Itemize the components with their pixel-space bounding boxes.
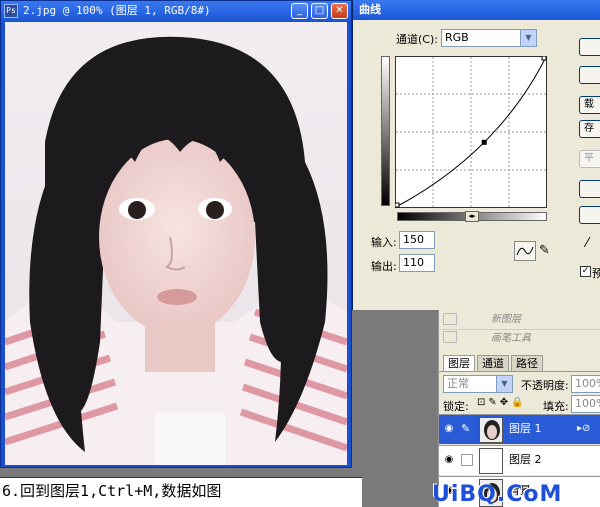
portrait-photo	[5, 22, 347, 465]
output-gradient-bar	[381, 56, 390, 206]
history-item[interactable]: 新图层	[439, 311, 600, 329]
channel-select[interactable]: RGB ▼	[441, 29, 537, 47]
history-item[interactable]: 画笔工具	[439, 329, 600, 347]
tutorial-caption: 6.回到图层1,Ctrl+M,数据如图	[0, 477, 362, 507]
load-button[interactable]: 载	[579, 96, 600, 114]
output-field[interactable]: 110	[399, 254, 435, 272]
layer-thumbnail	[479, 417, 503, 443]
eye-icon[interactable]: ◉	[441, 422, 457, 436]
input-field[interactable]: 150	[399, 231, 435, 249]
curve-graph[interactable]	[394, 55, 547, 208]
fill-field[interactable]: 100%	[571, 395, 600, 413]
layer-row-layer2[interactable]: ◉ 图层 2	[439, 445, 600, 475]
layer-name: 图层 2	[509, 453, 542, 466]
layer-effects-icon[interactable]: ▸⊘	[577, 415, 590, 443]
history-panel: 新图层 画笔工具	[438, 310, 600, 350]
tab-layers[interactable]: 图层	[443, 355, 475, 371]
history-item-label: 画笔工具	[491, 333, 531, 344]
fill-label: 填充:	[543, 400, 569, 413]
tab-divider	[439, 371, 600, 372]
layer-name: 图层 1	[509, 422, 542, 435]
input-label: 输入:	[371, 236, 397, 249]
options-button[interactable]	[579, 206, 600, 224]
site-watermark-logo: UiBQ.CoM	[432, 482, 563, 507]
image-window-title: 2.jpg @ 100% (图层 1, RGB/8#)	[23, 4, 211, 17]
opacity-label: 不透明度:	[521, 379, 569, 392]
layer-thumbnail	[479, 448, 503, 474]
history-item-label: 新图层	[491, 314, 521, 325]
blend-mode-select[interactable]: 正常 ▼	[443, 375, 513, 393]
cancel-button[interactable]	[579, 66, 600, 84]
curves-dialog: 曲线 通道(C): RGB ▼ ◂▸ 输入: 150 输出: 110 ✎ 载 存…	[352, 0, 600, 310]
minimize-button[interactable]: _	[291, 3, 308, 19]
brush-icon: ✎	[461, 422, 471, 435]
photoshop-icon: Ps	[4, 4, 18, 18]
chevron-down-icon: ▼	[496, 376, 512, 392]
tab-paths[interactable]: 路径	[511, 355, 543, 371]
layer-row-layer1[interactable]: ◉ ✎ 图层 1 ▸⊘	[439, 414, 600, 444]
curve-endpoint-white	[541, 55, 547, 61]
lock-icons[interactable]: ⊡✎✥🔒	[477, 397, 527, 408]
history-checkbox[interactable]	[443, 313, 457, 325]
curve-endpoint-black	[394, 202, 400, 208]
photo-canvas[interactable]	[5, 22, 347, 465]
blend-mode-value: 正常	[447, 377, 469, 390]
channel-value: RGB	[445, 31, 469, 44]
chevron-down-icon: ▼	[520, 30, 536, 46]
eyedropper-black-icon[interactable]: ⁄	[586, 236, 588, 251]
ok-button[interactable]	[579, 38, 600, 56]
save-button[interactable]: 存	[579, 120, 600, 138]
gradient-toggle-icon[interactable]: ◂▸	[465, 211, 479, 222]
output-label: 输出:	[371, 260, 397, 273]
auto-button[interactable]	[579, 180, 600, 198]
lock-label: 锁定:	[443, 400, 469, 413]
preview-label: 预	[592, 267, 600, 280]
preview-checkbox[interactable]: ✓	[580, 266, 591, 277]
curve-tool-icon[interactable]	[514, 241, 536, 261]
opacity-field[interactable]: 100%	[571, 375, 600, 393]
smooth-button[interactable]: 平	[579, 150, 600, 168]
pencil-icon[interactable]: ✎	[539, 241, 555, 261]
close-button[interactable]: ✕	[331, 3, 348, 19]
eye-icon[interactable]: ◉	[441, 453, 457, 467]
curves-titlebar[interactable]: 曲线	[353, 0, 600, 20]
maximize-button[interactable]: □	[311, 3, 328, 19]
link-box[interactable]	[461, 454, 473, 466]
tab-channels[interactable]: 通道	[477, 355, 509, 371]
image-window: Ps 2.jpg @ 100% (图层 1, RGB/8#) _ □ ✕	[0, 0, 352, 468]
curve-control-point	[481, 139, 487, 145]
channel-label: 通道(C):	[396, 33, 438, 46]
history-checkbox[interactable]	[443, 331, 457, 343]
